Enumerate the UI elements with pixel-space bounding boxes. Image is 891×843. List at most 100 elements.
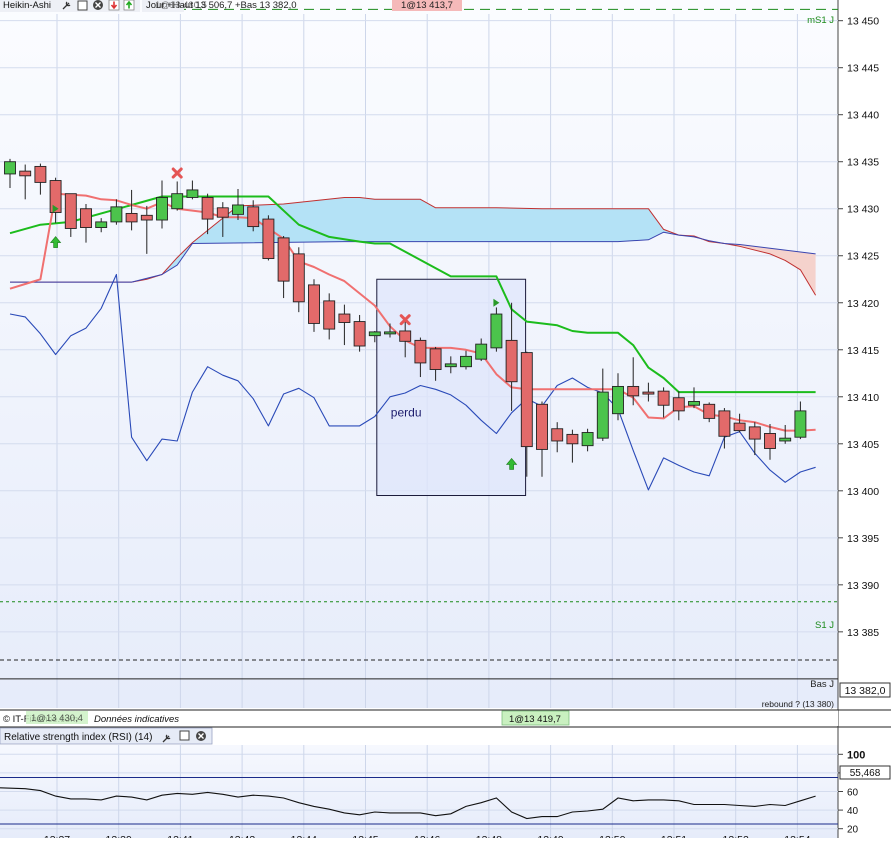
close-icon[interactable] bbox=[93, 0, 103, 10]
rsi-value-tag: 55,468 bbox=[839, 765, 891, 780]
time-axis-label: 13:41 bbox=[167, 834, 193, 838]
price-tick-label: 13 420 bbox=[847, 298, 879, 310]
candle-body-down bbox=[292, 253, 305, 303]
candle-body-down bbox=[520, 352, 533, 448]
candle-body-down bbox=[505, 339, 518, 383]
arrow-up-icon[interactable] bbox=[123, 0, 135, 11]
time-axis-label: 13:51 bbox=[661, 834, 687, 838]
candle-body-up bbox=[4, 161, 16, 175]
candle-body-up bbox=[688, 401, 700, 406]
candle-body-down bbox=[277, 237, 290, 282]
position-tag[interactable]: 1@13 413,7 bbox=[392, 0, 462, 11]
candle-body-down bbox=[733, 422, 746, 432]
candle-body-down bbox=[125, 212, 138, 223]
rsi-tick-label: 100 bbox=[847, 749, 865, 761]
price-tick-label: 13 430 bbox=[847, 204, 879, 216]
price-tick-label: 13 400 bbox=[847, 486, 879, 498]
candle-body-up bbox=[460, 355, 472, 368]
candle bbox=[262, 215, 275, 261]
time-axis-label: 13:37 bbox=[44, 834, 70, 838]
candle-body-down bbox=[566, 433, 579, 445]
price-tick-label: 13 390 bbox=[847, 580, 879, 592]
price-tick-label: 13 395 bbox=[847, 533, 879, 545]
rsi-tick-label: 20 bbox=[847, 825, 859, 836]
candle-body-down bbox=[34, 165, 47, 183]
price-tick-label: 13 415 bbox=[847, 345, 879, 357]
candle-body-down bbox=[429, 348, 442, 370]
price-tick-label: 13 445 bbox=[847, 63, 879, 75]
day-stats-text: Jour +Haut 13 506,7 +Bas 13 382,0 bbox=[146, 0, 297, 11]
rsi-value-text: 55,468 bbox=[850, 768, 881, 779]
chart-type-label: Heikin-Ashi bbox=[3, 0, 51, 11]
candle-body-up bbox=[794, 410, 807, 438]
candle-body-up bbox=[779, 437, 792, 442]
bas-level-label: Bas J bbox=[810, 679, 834, 690]
candle-body-down bbox=[748, 426, 761, 440]
candle-body-down bbox=[353, 321, 366, 347]
candle-body-down bbox=[308, 284, 320, 324]
arrow-down-icon[interactable] bbox=[108, 0, 120, 11]
time-axis-label: 13:44 bbox=[291, 834, 317, 838]
candle-body-down bbox=[718, 410, 731, 437]
candle-body-down bbox=[672, 397, 685, 412]
candle-body-up bbox=[232, 204, 244, 215]
candle-body-up bbox=[475, 343, 488, 360]
candle-body-down bbox=[657, 390, 670, 406]
candle-body-down bbox=[262, 218, 275, 260]
window-square-icon[interactable] bbox=[77, 0, 88, 11]
candle-body-down bbox=[399, 330, 412, 342]
chart-window: perdu 13 450 13 445 13 440 13 435 13 430 13 4… bbox=[0, 0, 891, 843]
candle-body-down bbox=[19, 170, 32, 177]
rsi-close-icon[interactable] bbox=[196, 731, 206, 741]
time-axis-label: 13:45 bbox=[352, 834, 378, 838]
candle-body-down bbox=[551, 428, 564, 442]
price-tick-label: 13 385 bbox=[847, 627, 879, 639]
candle-body-down bbox=[764, 433, 776, 449]
time-axis-label: 13:52 bbox=[723, 834, 749, 838]
annotation-box[interactable] bbox=[376, 278, 527, 497]
disclaimer-text: Données indicatives bbox=[94, 714, 179, 725]
candle-body-up bbox=[596, 391, 609, 439]
price-tick-label: 13 440 bbox=[847, 110, 879, 122]
price-tick-label: 13 450 bbox=[847, 16, 879, 28]
entry-tag-right[interactable]: 1@13 419,7 bbox=[501, 710, 570, 726]
time-axis-label: 13:54 bbox=[784, 834, 810, 838]
candle-body-down bbox=[338, 313, 351, 323]
candle-body-up bbox=[581, 432, 594, 447]
time-axis-label: 13:50 bbox=[599, 834, 625, 838]
price-tick-label: 13 425 bbox=[847, 251, 879, 263]
chart-canvas: perdu 13 450 13 445 13 440 13 435 13 430 13 4… bbox=[0, 0, 891, 843]
annotation-text: perdu bbox=[391, 405, 422, 419]
candle-body-up bbox=[110, 206, 123, 223]
candle-body-down bbox=[414, 339, 427, 364]
rsi-window-square-icon[interactable] bbox=[179, 730, 190, 741]
candle-body-down bbox=[216, 207, 229, 218]
candle-body-up bbox=[490, 313, 503, 349]
candle-body-down bbox=[201, 197, 214, 220]
time-axis-label: 13:39 bbox=[106, 834, 132, 838]
time-axis-label: 13:49 bbox=[537, 834, 563, 838]
rsi-tick-label: 40 bbox=[847, 806, 859, 817]
annotation-zone[interactable]: perdu bbox=[376, 278, 527, 497]
entry-tag-left-text: 1@13 430,4 bbox=[31, 713, 83, 724]
bas-price-tag: 13 382,0 bbox=[839, 682, 891, 698]
candle-body-up bbox=[171, 193, 184, 210]
candle-body-up bbox=[444, 363, 457, 368]
entry-tag-left[interactable]: 1@13 430,4 bbox=[26, 711, 88, 724]
candle-body-down bbox=[80, 208, 92, 228]
candle-body-up bbox=[156, 197, 168, 221]
rebound-label: rebound ? (13 380) bbox=[762, 699, 834, 709]
candle-body-up bbox=[368, 331, 381, 337]
candle-body-down bbox=[536, 403, 548, 450]
candle-body-down bbox=[323, 300, 336, 330]
candle bbox=[490, 307, 503, 352]
candle-body-down bbox=[64, 193, 77, 229]
ms1-level-label: mS1 J bbox=[807, 15, 834, 26]
rsi-title: Relative strength index (RSI) (14) bbox=[4, 732, 152, 743]
price-tick-label: 13 405 bbox=[847, 439, 879, 451]
main-panel-footer: © IT-Finance.com 1@13 430,4 Données indi… bbox=[0, 709, 891, 726]
candle-body-down bbox=[703, 403, 716, 419]
candle-body-down bbox=[140, 214, 153, 221]
entry-tag-right-text: 1@13 419,7 bbox=[509, 714, 561, 725]
time-axis-label: 13:43 bbox=[229, 834, 255, 838]
